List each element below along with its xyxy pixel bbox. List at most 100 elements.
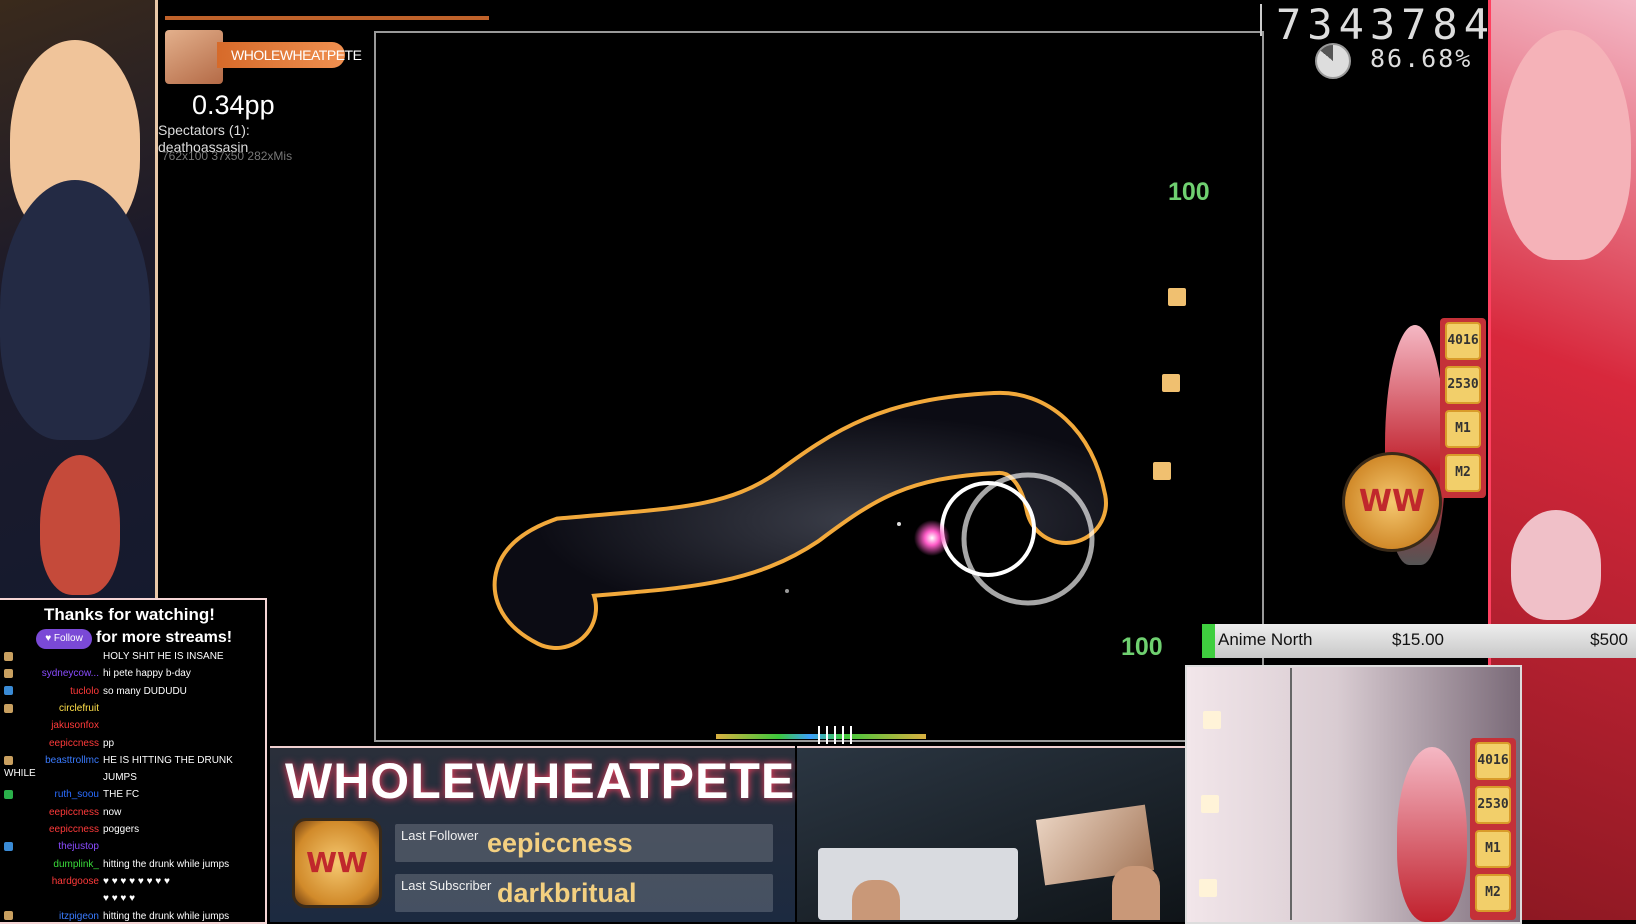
player-name: WHOLEWHEATPETE <box>217 42 362 68</box>
panel-divider <box>1290 668 1292 920</box>
chibi-character-art <box>40 455 120 595</box>
chat-username[interactable]: eepiccness <box>15 737 103 750</box>
follow-button[interactable]: ♥ Follow <box>36 629 92 649</box>
chibi-character-art <box>1511 510 1601 620</box>
chat-message: ruth_soou THE FC <box>4 788 262 801</box>
hit-100-judgement: 100 <box>1121 633 1163 661</box>
chat-message: sydneycow... hi pete happy b-day <box>4 667 262 680</box>
key-m1: M1 <box>1475 830 1511 868</box>
last-subscriber-label: Last Subscriber <box>401 878 492 893</box>
last-subscriber-card: Last Subscriber darkbritual <box>395 874 773 912</box>
chat-username[interactable]: thejustop <box>15 840 103 853</box>
chat-message: hardgoose ♥ ♥ ♥ ♥ ♥ ♥ ♥ ♥ <box>4 875 262 888</box>
hit-100-judgement: 100 <box>1168 178 1210 206</box>
hit-error-tick <box>842 726 844 744</box>
chat-message: JUMPS <box>4 771 262 784</box>
chat-username[interactable]: ruth_soou <box>15 788 103 801</box>
last-subscriber-name: darkbritual <box>497 878 637 908</box>
chat-badge-icon <box>4 773 13 782</box>
chat-badge-icon <box>4 686 13 696</box>
chat-badge-icon <box>4 790 13 800</box>
donation-goal-bar: Anime North $15.00 $500 <box>1202 624 1636 658</box>
chat-username[interactable]: tuclolo <box>15 685 103 698</box>
follow-point <box>1168 288 1186 306</box>
ww-logo-icon: WW <box>1342 452 1442 552</box>
chat-username[interactable]: sydneycow... <box>15 667 103 680</box>
heart-icon: ♥ <box>45 633 52 644</box>
chat-message-text: hi pete happy b-day <box>103 668 191 680</box>
slider-tick <box>785 589 789 593</box>
slider-tick <box>897 522 901 526</box>
chat-username[interactable]: jakusonfox <box>15 719 103 732</box>
chat-message-text: JUMPS <box>103 772 137 784</box>
follow-point <box>1199 879 1217 897</box>
donation-goal-amount: $500 <box>1590 630 1628 649</box>
key-k2: 2530 <box>1475 786 1511 824</box>
donation-current-amount: $15.00 <box>1392 630 1444 649</box>
player-card: WHOLEWHEATPETE <box>165 30 362 84</box>
chat-badge-icon <box>4 755 13 765</box>
hit-error-tick <box>826 726 828 744</box>
chat-message-text: hitting the drunk while jumps <box>103 858 230 870</box>
chat-message: ♥ ♥ ♥ ♥ <box>4 892 262 905</box>
chat-badge-icon <box>4 669 13 679</box>
hand-image <box>1112 866 1160 920</box>
chat-badge-icon <box>4 721 13 730</box>
hit-error-tick <box>818 726 820 744</box>
score-divider <box>1260 4 1262 36</box>
chat-badge-icon <box>4 859 13 868</box>
chat-message: thejustop <box>4 840 262 853</box>
banner-streamer-name: WHOLEWHEATPETE <box>285 753 796 809</box>
accuracy-pie-icon <box>1315 43 1351 79</box>
hit-error-tick <box>834 726 836 744</box>
follow-point <box>1162 374 1180 392</box>
hit-error-bar <box>716 734 926 739</box>
chat-badge-icon <box>4 703 13 713</box>
last-follower-name: eepiccness <box>487 828 633 858</box>
chat-message-text: HOLY SHIT HE IS INSANE <box>103 651 224 662</box>
character-uniform-art <box>0 180 150 440</box>
slider-follow-circle <box>940 481 1036 577</box>
chat-badge-icon <box>4 894 13 903</box>
follow-point <box>1201 795 1219 813</box>
thanks-for-watching-text: Thanks for watching! <box>44 605 215 624</box>
chat-badge-icon <box>4 808 13 817</box>
key-m2: M2 <box>1475 874 1511 912</box>
chat-badge-icon <box>4 877 13 886</box>
key-k2: 2530 <box>1445 366 1481 404</box>
keyboard-image <box>818 848 1018 920</box>
chat-badge-icon <box>4 738 13 747</box>
chat-username[interactable]: dumplink_ <box>15 858 103 871</box>
follow-point <box>1203 711 1221 729</box>
accuracy-counter: 86.68% <box>1370 44 1473 73</box>
score-counter: 7343784 <box>1276 0 1496 49</box>
more-streams-text: for more streams! <box>96 629 233 646</box>
chat-username[interactable]: eepiccness <box>15 806 103 819</box>
chat-message: circlefruit <box>4 702 262 715</box>
player-avatar <box>165 30 223 84</box>
chat-username[interactable]: circlefruit <box>15 702 103 715</box>
chat-message: eepiccness poggers <box>4 823 262 836</box>
chat-username[interactable]: eepiccness <box>15 823 103 836</box>
chat-message: jakusonfox <box>4 719 262 732</box>
chat-message: eepiccness now <box>4 806 262 819</box>
last-follower-label: Last Follower <box>401 828 479 843</box>
donation-goal-label: Anime North <box>1218 630 1313 649</box>
chat-message: dumplink_ hitting the drunk while jumps <box>4 858 262 871</box>
chat-message: HOLY SHIT HE IS INSANE <box>4 650 262 663</box>
hand-image <box>852 880 900 920</box>
slider-body <box>496 394 1104 646</box>
chat-username[interactable]: itzpigeon <box>15 910 103 923</box>
chat-username[interactable]: beasttrollmc <box>15 754 103 767</box>
song-progress-bar <box>165 16 489 20</box>
follow-label: Follow <box>53 633 83 644</box>
hit-error-tick <box>850 726 852 744</box>
character-face-art <box>1501 30 1631 260</box>
chat-badge-icon <box>4 911 13 921</box>
chat-badge-icon <box>4 651 13 661</box>
key-m2: M2 <box>1445 454 1481 492</box>
side-chibi-art <box>1397 747 1467 922</box>
chat-username[interactable]: hardgoose <box>15 875 103 888</box>
follow-point <box>1153 462 1171 480</box>
hit-stats-line: 762x100 37x50 282xMis <box>162 149 293 163</box>
